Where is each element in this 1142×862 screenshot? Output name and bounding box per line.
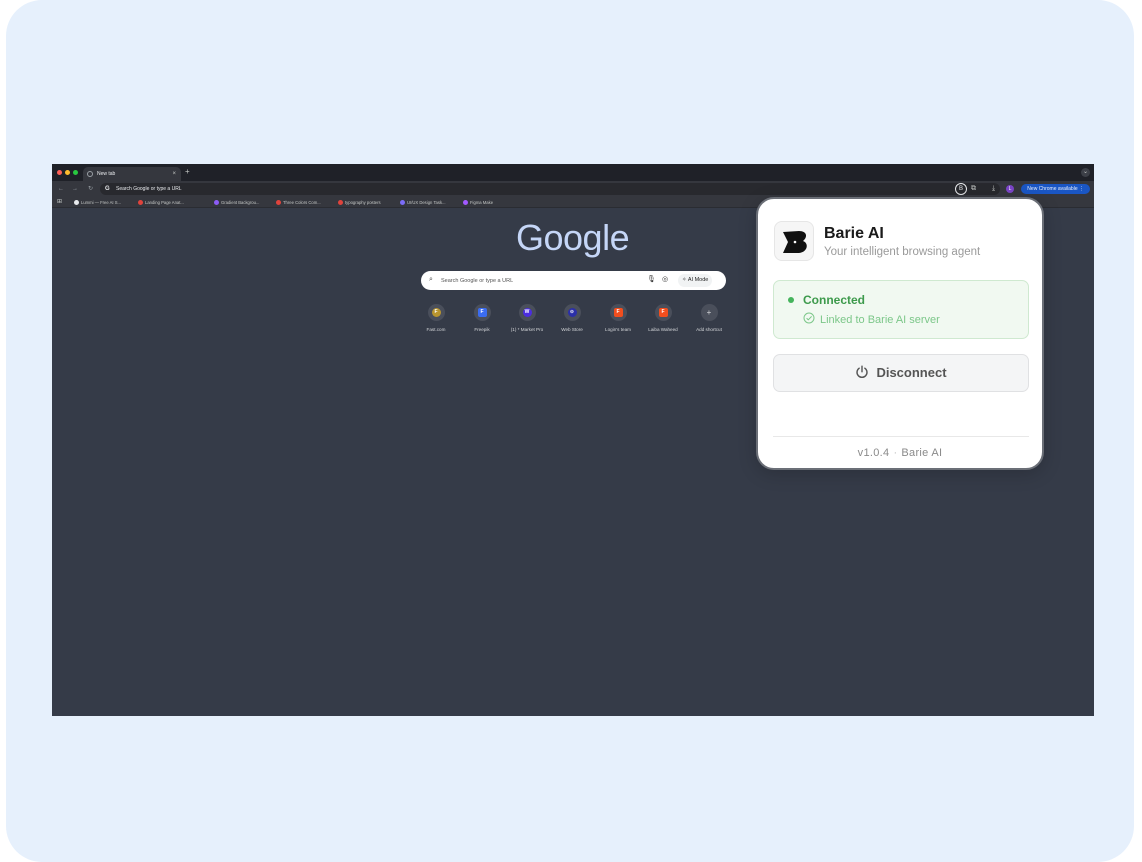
google-icon: G: [105, 186, 110, 192]
shortcut-label: Freepik: [474, 327, 490, 332]
google-search-box[interactable]: ⌕ 🎙︎ ◎ ✧ AI Mode: [421, 271, 726, 290]
add-shortcut-button[interactable]: + Add shortcut: [687, 304, 731, 332]
tab-strip: New tab × + ⌄: [52, 164, 1094, 181]
address-bar[interactable]: G Search Google or type a URL: [100, 183, 1000, 195]
plus-icon: +: [706, 308, 712, 317]
barie-extension-icon[interactable]: B: [955, 183, 967, 195]
shortcut-tile[interactable]: F Freepik: [460, 304, 504, 332]
back-icon[interactable]: ←: [58, 184, 64, 194]
forward-icon[interactable]: →: [72, 184, 78, 194]
bookmark-item[interactable]: Figma Make: [463, 199, 493, 206]
disconnect-label: Disconnect: [876, 365, 947, 380]
bookmark-favicon-icon: [214, 200, 219, 205]
toolbar: ← → ↻ G Search Google or type a URL B ⧉ …: [52, 181, 1094, 197]
shortcut-label: (1) * Market Pro: [510, 327, 544, 332]
barie-extension-popup: Barie AI Your intelligent browsing agent…: [756, 197, 1044, 470]
popup-footer: v1.0.4 · Barie AI: [758, 447, 1042, 459]
popup-subtitle: Your intelligent browsing agent: [824, 246, 981, 258]
shortcut-favicon-icon: F: [431, 308, 441, 317]
popup-title: Barie AI: [824, 225, 884, 242]
bookmark-item[interactable]: Gradient Backgrou...: [214, 199, 259, 206]
tab-search-button[interactable]: ⌄: [1081, 168, 1090, 177]
barie-logo-icon: [774, 221, 814, 261]
shortcut-label: Login's team: [605, 327, 631, 332]
shortcut-label: Laiba Waheed: [648, 327, 678, 332]
status-label: Connected: [803, 293, 866, 307]
extensions-icon[interactable]: ⧉: [971, 184, 976, 194]
reload-icon[interactable]: ↻: [88, 184, 93, 194]
tab-new-tab[interactable]: New tab ×: [83, 167, 181, 181]
chrome-icon: [87, 171, 93, 177]
bookmark-favicon-icon: [74, 200, 79, 205]
footer-brand: Barie AI: [901, 447, 943, 459]
status-dot-icon: [788, 297, 794, 303]
footer-separator: ·: [893, 447, 898, 459]
shortcut-favicon-icon: ⊙: [567, 308, 577, 317]
google-lens-icon[interactable]: ◎: [662, 275, 668, 285]
search-input[interactable]: [441, 274, 641, 287]
connection-status-card: Connected Linked to Barie AI server: [773, 280, 1029, 339]
shortcut-label: Add shortcut: [696, 327, 722, 332]
shortcut-label: Fast.com: [426, 327, 446, 332]
address-bar-text: Search Google or type a URL: [116, 186, 182, 192]
shortcut-label: Web Store: [561, 327, 583, 332]
minimize-window-button[interactable]: [65, 170, 70, 175]
shortcut-favicon-icon: F: [477, 308, 487, 317]
update-chrome-label: New Chrome available: [1027, 186, 1078, 192]
google-logo: Google: [516, 217, 630, 258]
version-label: v1.0.4: [857, 447, 890, 459]
bookmark-item[interactable]: Three Colors Com...: [276, 199, 321, 206]
shortcut-tile[interactable]: ⊙ Web Store: [550, 304, 594, 332]
shortcut-tile[interactable]: F Laiba Waheed: [641, 304, 685, 332]
figma-icon: F: [613, 308, 623, 317]
bookmark-favicon-icon: [400, 200, 405, 205]
bookmark-item[interactable]: typography posters: [338, 199, 381, 206]
shortcut-tile[interactable]: F Fast.com: [414, 304, 458, 332]
microphone-icon[interactable]: 🎙︎: [647, 275, 656, 285]
bookmark-favicon-icon: [276, 200, 281, 205]
bookmark-item[interactable]: Lummi — Free AI S...: [74, 199, 121, 206]
update-chrome-button[interactable]: New Chrome available ⋮: [1021, 184, 1090, 194]
maximize-window-button[interactable]: [73, 170, 78, 175]
apps-grid-icon[interactable]: ⊞: [57, 199, 62, 206]
shortcut-tile[interactable]: F Login's team: [596, 304, 640, 332]
bookmark-item[interactable]: UI/UX Design Task...: [400, 199, 446, 206]
disconnect-button[interactable]: Disconnect: [773, 354, 1029, 392]
bookmark-item[interactable]: Landing Page Anat...: [138, 199, 184, 206]
bookmark-favicon-icon: [338, 200, 343, 205]
profile-avatar[interactable]: L: [1006, 185, 1014, 193]
check-circle-icon: [803, 312, 815, 324]
status-detail: Linked to Barie AI server: [820, 314, 940, 326]
close-tab-icon[interactable]: ×: [172, 167, 176, 181]
figma-icon: F: [658, 308, 668, 317]
divider: [773, 436, 1029, 437]
shortcut-tile[interactable]: W (1) * Market Pro: [505, 304, 549, 332]
ai-mode-button[interactable]: ✧ AI Mode: [678, 274, 713, 287]
download-icon[interactable]: ⤓: [992, 184, 995, 194]
shortcut-favicon-icon: W: [522, 308, 532, 317]
bookmark-favicon-icon: [463, 200, 468, 205]
search-icon: ⌕: [429, 276, 433, 283]
new-tab-button[interactable]: +: [185, 166, 190, 178]
bookmark-favicon-icon: [138, 200, 143, 205]
close-window-button[interactable]: [57, 170, 62, 175]
tab-title: New tab: [97, 171, 116, 177]
power-icon: [856, 365, 869, 379]
